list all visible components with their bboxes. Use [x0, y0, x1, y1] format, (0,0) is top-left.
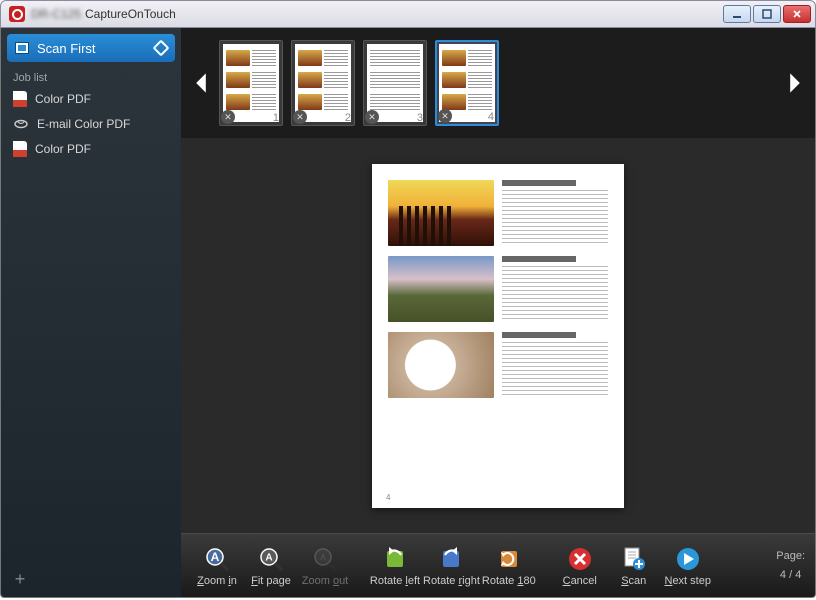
thumbnail-1[interactable]: ✕ 1	[219, 40, 283, 126]
thumb-prev-button[interactable]	[189, 53, 213, 113]
window-title: CaptureOnTouch	[85, 7, 176, 21]
scan-button[interactable]: Scan	[608, 538, 660, 594]
rotate-180-icon	[495, 545, 523, 573]
job-item-color-pdf[interactable]: Color PDF	[1, 86, 181, 112]
thumb-number: 4	[488, 111, 494, 123]
rotate-right-button[interactable]: Rotate right	[423, 538, 480, 594]
thumbnail-3[interactable]: ✕ 3	[363, 40, 427, 126]
preview-page[interactable]: 4	[372, 164, 624, 508]
close-button[interactable]	[783, 5, 811, 23]
scan-add-icon	[620, 545, 648, 573]
delete-page-icon[interactable]: ✕	[293, 110, 307, 124]
rotate-right-icon	[437, 545, 465, 573]
delete-page-icon[interactable]: ✕	[438, 109, 452, 123]
svg-text:A: A	[211, 550, 220, 564]
mail-attach-icon	[13, 117, 29, 131]
page-indicator	[496, 131, 501, 136]
scan-first-label: Scan First	[37, 41, 96, 56]
zoom-out-icon: A	[311, 545, 339, 573]
rotate-180-button[interactable]: Rotate 180	[482, 538, 536, 594]
rotate-left-icon	[381, 545, 409, 573]
cancel-button[interactable]: Cancel	[554, 538, 606, 594]
app-icon	[9, 6, 25, 22]
page-footer-number: 4	[386, 493, 390, 502]
maximize-button[interactable]	[753, 5, 781, 23]
zoom-in-button[interactable]: A Zoom in	[191, 538, 243, 594]
thumbnail-strip: ✕ 1 ✕ 2 ✕ 3 ✕ 4	[181, 28, 815, 138]
title-prefix: DR-C125	[31, 7, 81, 21]
next-step-button[interactable]: Next step	[662, 538, 714, 594]
job-item-label: Color PDF	[35, 92, 91, 106]
page-counter: Page: 4 / 4	[776, 549, 805, 582]
thumb-next-button[interactable]	[783, 53, 807, 113]
next-step-icon	[674, 545, 702, 573]
thumb-number: 2	[345, 112, 351, 124]
fit-page-icon: A	[257, 545, 285, 573]
job-item-label: E-mail Color PDF	[37, 117, 130, 131]
scan-icon	[15, 42, 29, 54]
zoom-out-button[interactable]: A Zoom out	[299, 538, 351, 594]
page-label: Page:	[776, 549, 805, 563]
pdf-icon	[13, 91, 27, 107]
svg-text:A: A	[320, 553, 326, 562]
job-item-label: Color PDF	[35, 142, 91, 156]
titlebar: DR-C125 CaptureOnTouch	[0, 0, 816, 28]
fit-page-button[interactable]: A Fit page	[245, 538, 297, 594]
joblist-header: Job list	[1, 68, 181, 86]
thumbnail-4[interactable]: ✕ 4	[435, 40, 499, 126]
toolbar: A Zoom in A Fit page A Zoom out Rotate l…	[181, 533, 815, 597]
view-area: ✕ 1 ✕ 2 ✕ 3 ✕ 4	[181, 28, 815, 597]
preview-pane: 4	[181, 138, 815, 533]
job-item-color-pdf-2[interactable]: Color PDF	[1, 136, 181, 162]
thumb-number: 3	[417, 112, 423, 124]
delete-page-icon[interactable]: ✕	[365, 110, 379, 124]
pdf-icon	[13, 141, 27, 157]
cancel-icon	[566, 545, 594, 573]
minimize-button[interactable]	[723, 5, 751, 23]
page-value: 4 / 4	[780, 568, 801, 582]
diamond-icon	[153, 40, 170, 57]
scan-first-button[interactable]: Scan First	[7, 34, 175, 62]
zoom-in-icon: A	[203, 545, 231, 573]
svg-text:A: A	[265, 552, 272, 563]
add-job-button[interactable]: +	[11, 571, 29, 589]
delete-page-icon[interactable]: ✕	[221, 110, 235, 124]
thumb-number: 1	[273, 112, 279, 124]
thumbnail-2[interactable]: ✕ 2	[291, 40, 355, 126]
sidebar: Scan First Job list Color PDF E-mail Col…	[1, 28, 181, 597]
rotate-left-button[interactable]: Rotate left	[369, 538, 421, 594]
job-item-email-color-pdf[interactable]: E-mail Color PDF	[1, 112, 181, 136]
